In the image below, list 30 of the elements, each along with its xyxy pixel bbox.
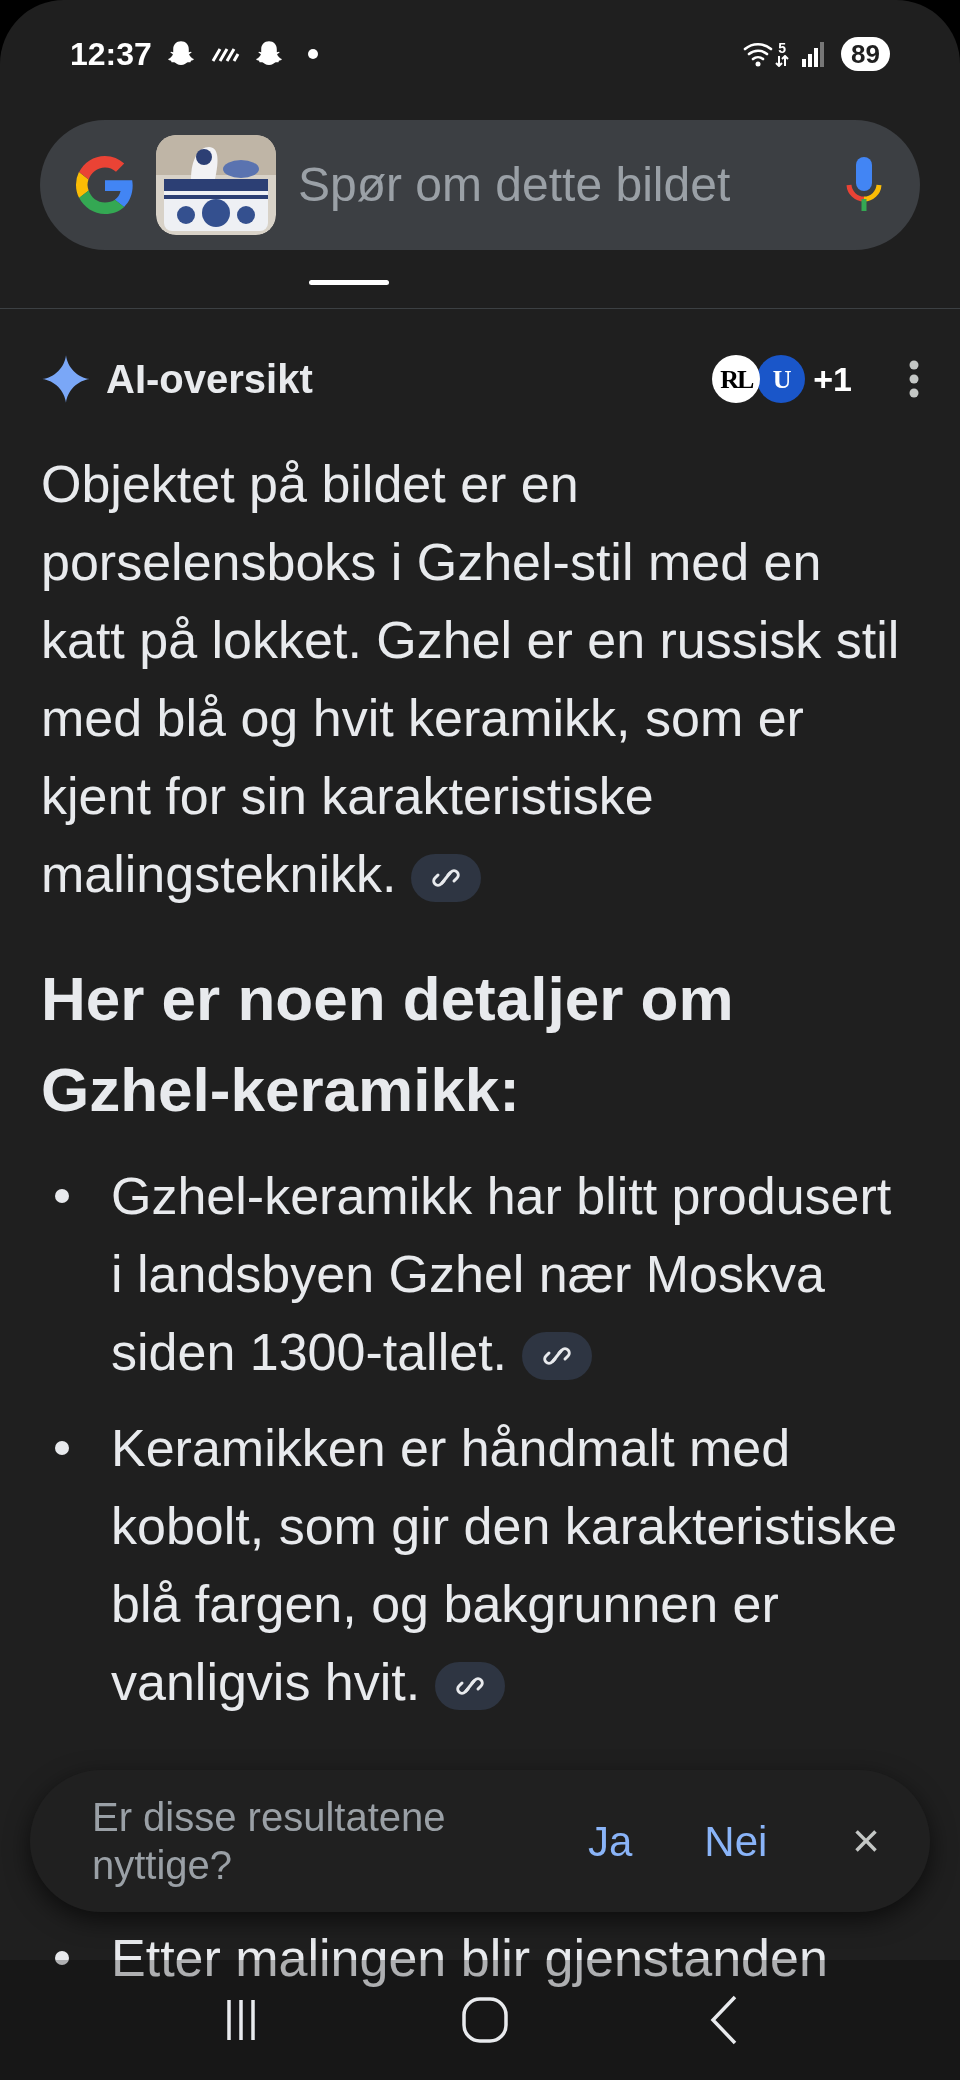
no-button[interactable]: Nei	[698, 1809, 774, 1873]
yes-button[interactable]: Ja	[582, 1809, 639, 1873]
bullet-text: Keramikken er håndmalt med kobolt, som gir den karakteristiske blå fargen, og bakgrunnen er vanligvis hvit.	[111, 1418, 899, 1713]
section-heading: Her er noen detaljer om Gzhel-keramikk:	[41, 963, 735, 1126]
status-time: 12:37	[70, 35, 152, 74]
search-bar[interactable]: Spør om dette bildet	[40, 120, 920, 250]
feedback-question: Er disse resultatene nyttige?	[92, 1794, 447, 1889]
battery-indicator: 89	[841, 37, 890, 71]
link-icon[interactable]	[434, 1662, 505, 1711]
source-avatar[interactable]: RL	[712, 355, 761, 403]
summary-paragraph: Objektet på bildet er en porselensboks i Gzhel-stil med en katt på lokket. Gzhel er en russisk stil med blå og hvit keramikk, som er kjent for sin karakteristiske malingsteknikk.	[41, 454, 901, 905]
link-icon[interactable]	[410, 854, 481, 903]
link-icon[interactable]	[521, 1332, 592, 1381]
more-sources-count: +1	[813, 358, 852, 400]
source-avatar[interactable]: U	[757, 355, 806, 403]
more-options-icon[interactable]	[908, 359, 920, 399]
section-title: AI-oversikt	[106, 356, 313, 403]
home-icon[interactable]	[462, 1997, 508, 2043]
search-field[interactable]: Spør om dette bildet	[298, 149, 822, 221]
dot-icon	[307, 49, 318, 59]
bullet-icon	[55, 1951, 69, 1965]
bullet-icon	[55, 1189, 69, 1203]
google-logo-icon	[76, 156, 134, 214]
bullet-icon	[55, 1441, 69, 1455]
bullet-text: Etter malingen blir gjenstanden	[111, 1928, 829, 1989]
signal-icon	[801, 41, 826, 67]
close-button[interactable]: ×	[851, 1817, 880, 1865]
network-label: 5	[778, 41, 786, 55]
transfer-arrows-icon	[775, 55, 790, 67]
bullet-text: Gzhel-keramikk har blitt produsert i landsbyen Gzhel nær Moskva siden 1300-tallet.	[111, 1166, 893, 1383]
